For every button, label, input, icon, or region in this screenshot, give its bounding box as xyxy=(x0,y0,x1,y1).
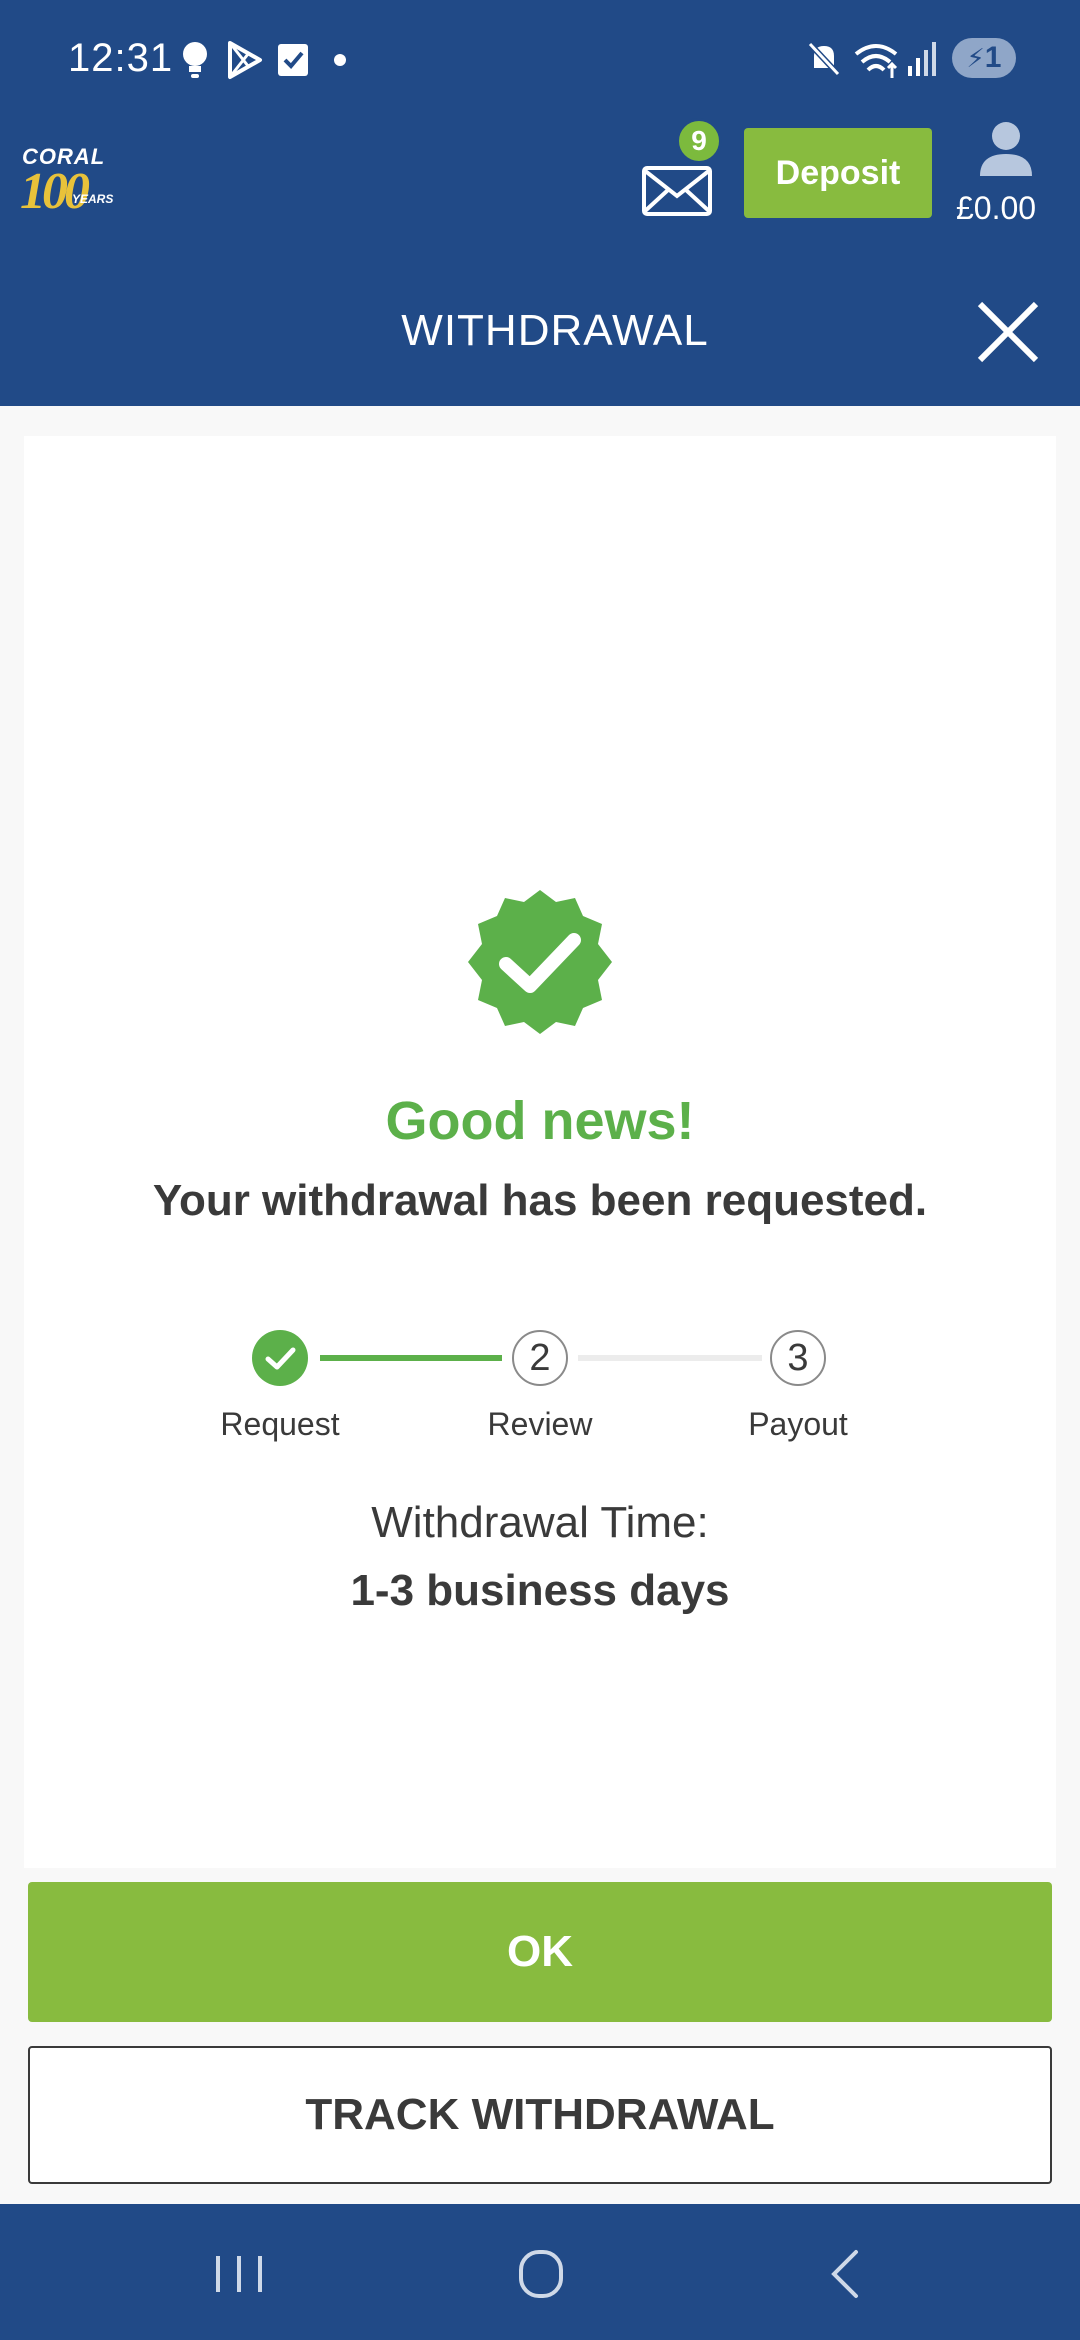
app-header: CORAL 100 YEARS 9 Deposit £0.00 xyxy=(0,118,1080,268)
step-review-number: 2 xyxy=(512,1330,568,1386)
mute-icon xyxy=(807,41,841,77)
messages-count-badge: 9 xyxy=(676,118,722,164)
close-icon[interactable] xyxy=(972,296,1044,368)
confirmation-card xyxy=(24,436,1056,1868)
system-nav-bar xyxy=(0,2204,1080,2340)
back-icon[interactable] xyxy=(810,2244,880,2304)
step-review-label: Review xyxy=(487,1406,593,1442)
dot-icon xyxy=(334,54,346,66)
recent-apps-icon[interactable] xyxy=(204,2244,274,2304)
withdrawal-time-label: Withdrawal Time: xyxy=(371,1498,709,1547)
title-bar: WITHDRAWAL xyxy=(0,268,1080,406)
success-message: Your withdrawal has been requested. xyxy=(152,1176,928,1225)
home-icon[interactable] xyxy=(506,2244,576,2304)
step-payout-number: 3 xyxy=(770,1330,826,1386)
battery-icon: ⚡1 xyxy=(952,38,1016,78)
check-icon xyxy=(265,1347,296,1370)
logo-years: YEARS xyxy=(72,192,114,206)
status-time: 12:31 xyxy=(68,36,174,80)
page-title: WITHDRAWAL xyxy=(401,306,709,355)
success-badge-icon xyxy=(468,890,612,1034)
coral-logo[interactable]: CORAL 100 YEARS xyxy=(20,144,140,224)
signal-icon xyxy=(908,42,936,76)
step-request-label: Request xyxy=(220,1406,340,1442)
bulb-icon xyxy=(183,42,207,78)
wifi-icon xyxy=(854,44,898,78)
track-withdrawal-button[interactable]: TRACK WITHDRAWAL xyxy=(28,2046,1052,2184)
play-store-icon xyxy=(228,41,262,79)
checkbox-icon xyxy=(278,44,308,76)
withdrawal-time-value: 1-3 business days xyxy=(350,1566,730,1615)
status-bar: 12:31 ⚡1 xyxy=(0,0,1080,118)
success-heading: Good news! xyxy=(385,1091,695,1151)
balance-amount[interactable]: £0.00 xyxy=(956,190,1036,227)
ok-button[interactable]: OK xyxy=(28,1882,1052,2022)
user-account-icon[interactable] xyxy=(976,118,1036,182)
step-payout-label: Payout xyxy=(748,1406,848,1442)
step-connector-pending xyxy=(578,1355,762,1361)
deposit-button[interactable]: Deposit xyxy=(744,128,932,218)
step-connector-complete xyxy=(320,1355,502,1361)
step-request-done xyxy=(252,1330,308,1386)
